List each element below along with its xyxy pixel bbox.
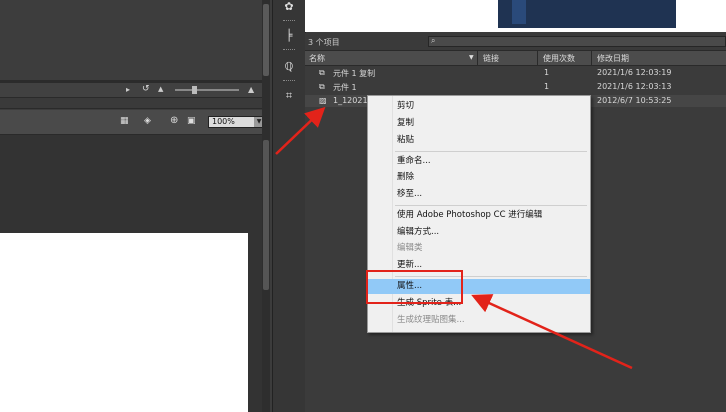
annotation-arrows bbox=[275, 106, 633, 370]
annotation-arrow-right bbox=[471, 294, 633, 370]
annotation-arrow-left bbox=[275, 106, 326, 155]
